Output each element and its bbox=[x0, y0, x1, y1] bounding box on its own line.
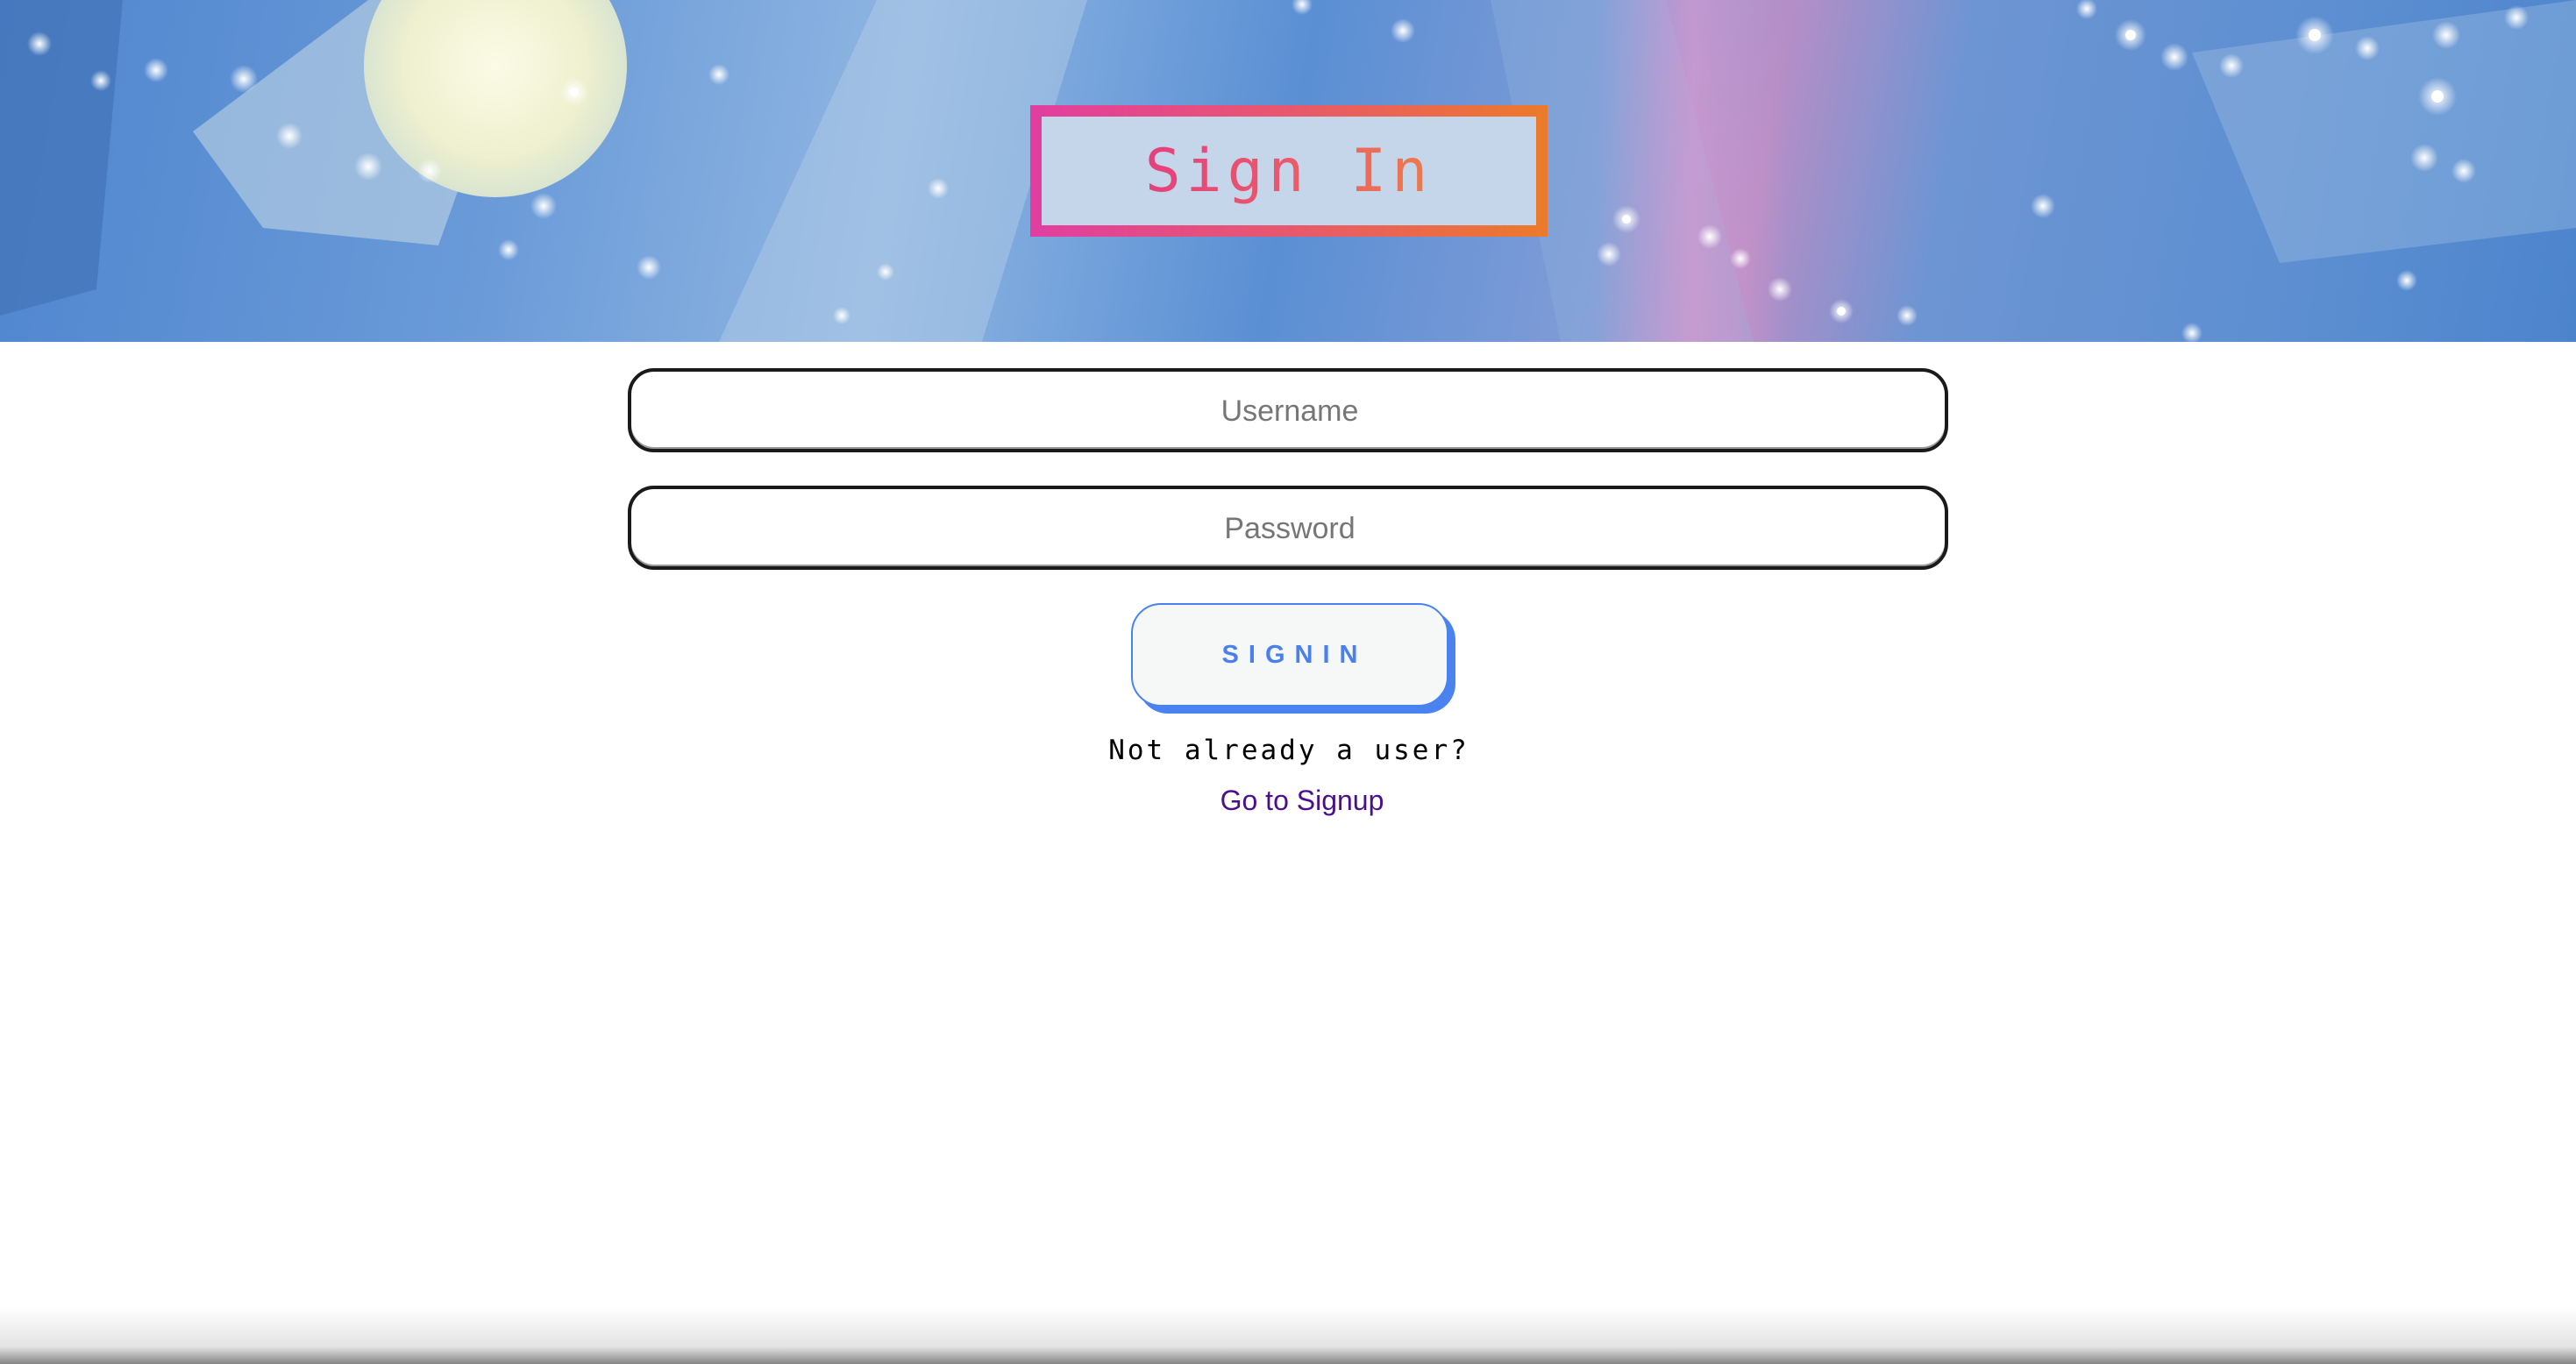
page-title-box: Sign In bbox=[1030, 105, 1548, 237]
signin-button[interactable]: SIGNIN bbox=[1131, 603, 1448, 707]
password-field-wrapper bbox=[628, 486, 1948, 570]
username-field-wrapper bbox=[628, 368, 1948, 452]
signup-prompt-text: Not already a user? bbox=[1108, 735, 1469, 766]
username-input[interactable] bbox=[631, 372, 1948, 451]
window-bottom-edge bbox=[0, 1306, 2576, 1364]
password-input[interactable] bbox=[631, 489, 1948, 568]
signin-page: Sign In SIGNIN Not already a user? Go to… bbox=[0, 0, 2576, 1364]
page-title-inner: Sign In bbox=[1042, 117, 1536, 225]
hero-banner: Sign In bbox=[0, 0, 2576, 342]
go-to-signup-link[interactable]: Go to Signup bbox=[1140, 785, 1464, 817]
signin-button-label: SIGNIN bbox=[1221, 640, 1368, 669]
page-title: Sign In bbox=[1144, 136, 1434, 206]
